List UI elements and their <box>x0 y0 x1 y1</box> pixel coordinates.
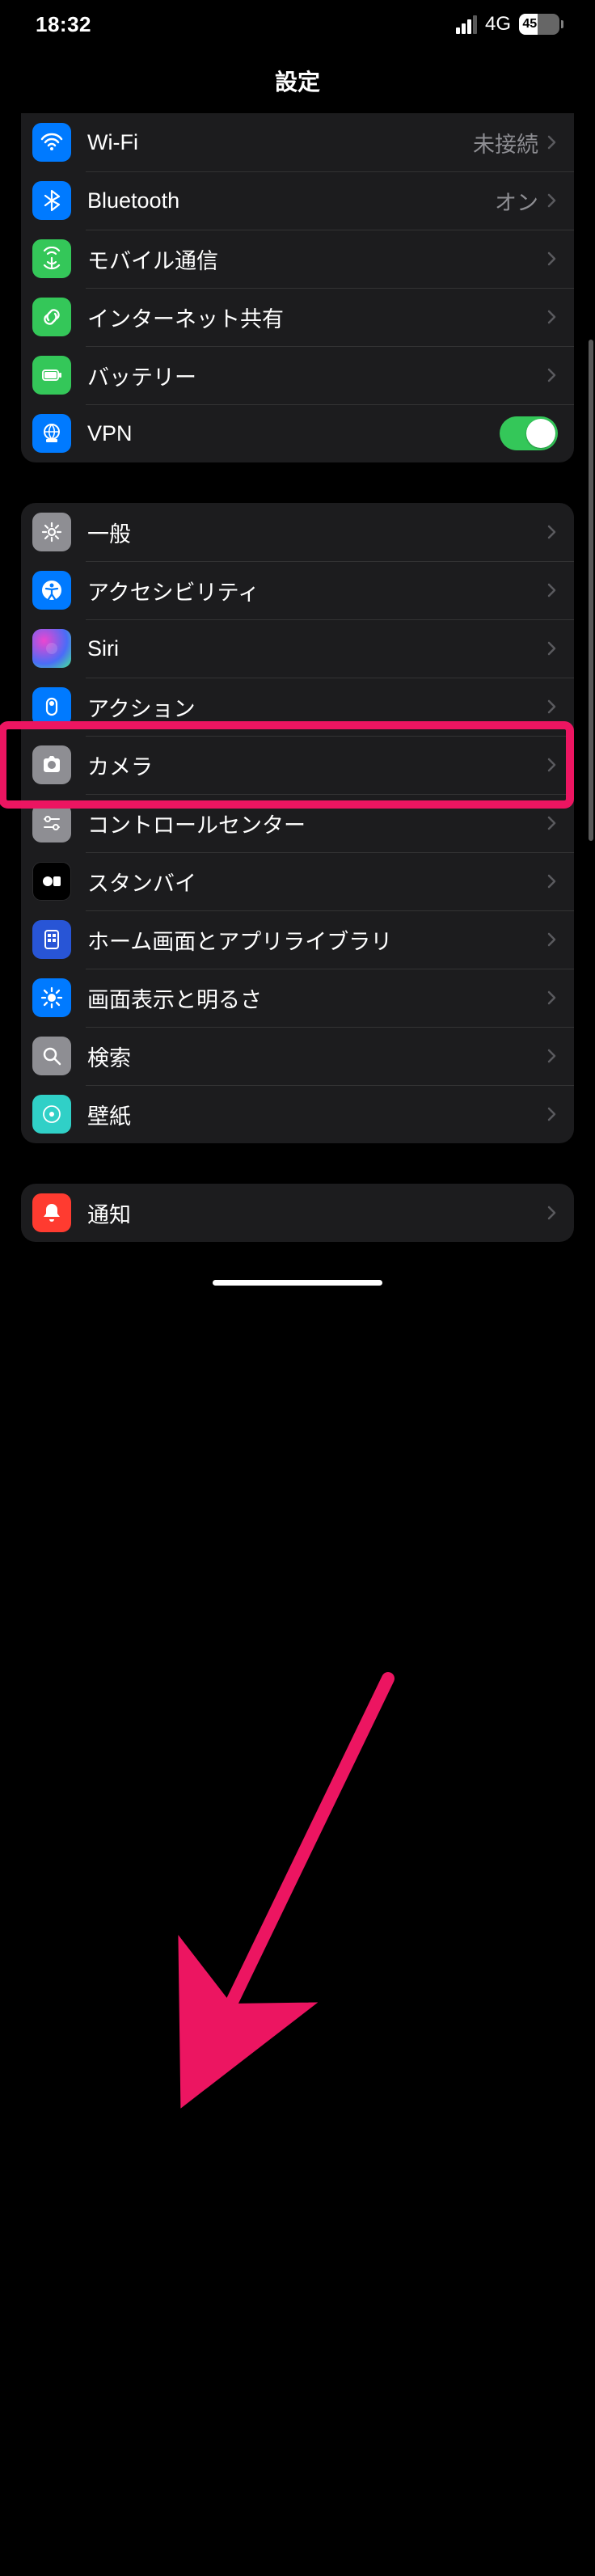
chevron-right-icon <box>546 1048 558 1064</box>
row-label: 一般 <box>87 517 546 548</box>
action-icon <box>32 687 71 726</box>
chevron-right-icon <box>546 873 558 889</box>
row-label: アクセシビリティ <box>87 575 546 606</box>
settings-row-home-screen[interactable]: ホーム画面とアプリライブラリ <box>21 910 574 969</box>
settings-row-cellular[interactable]: モバイル通信 <box>21 230 574 288</box>
chevron-right-icon <box>546 524 558 540</box>
row-label: モバイル通信 <box>87 243 546 275</box>
gear-icon <box>32 513 71 551</box>
row-label: VPN <box>87 421 500 446</box>
settings-section-notifications: 通知 <box>21 1184 574 1242</box>
settings-row-action-button[interactable]: アクション <box>21 678 574 736</box>
settings-row-wifi[interactable]: Wi-Fi未接続 <box>21 113 574 171</box>
signal-icon <box>456 15 477 34</box>
siri-icon <box>32 629 71 668</box>
scroll-indicator[interactable] <box>589 340 593 841</box>
chevron-right-icon <box>546 251 558 267</box>
row-label: Bluetooth <box>87 188 495 213</box>
row-label: ホーム画面とアプリライブラリ <box>87 924 546 956</box>
bell-icon <box>32 1193 71 1232</box>
row-label: 通知 <box>87 1197 546 1229</box>
settings-section-system: 一般アクセシビリティ Siri アクションカメラコントロールセンタースタンバイホーム… <box>21 503 574 1143</box>
row-label: 画面表示と明るさ <box>87 982 546 1014</box>
bluetooth-icon <box>32 181 71 220</box>
row-label: カメラ <box>87 750 546 781</box>
settings-row-accessibility[interactable]: アクセシビリティ <box>21 561 574 619</box>
status-indicators: 4G 45 <box>456 13 559 36</box>
row-label: アクション <box>87 691 546 723</box>
accessibility-icon <box>32 571 71 610</box>
settings-row-control-center[interactable]: コントロールセンター <box>21 794 574 852</box>
battery-percent: 45 <box>519 17 537 32</box>
settings-row-notifications[interactable]: 通知 <box>21 1184 574 1242</box>
settings-row-general[interactable]: 一般 <box>21 503 574 561</box>
brightness-icon <box>32 978 71 1017</box>
row-label: 壁紙 <box>87 1099 546 1130</box>
row-label: Siri <box>87 636 546 661</box>
status-bar: 18:32 4G 45 <box>0 0 595 49</box>
settings-row-bluetooth[interactable]: Bluetoothオン <box>21 171 574 230</box>
settings-row-hotspot[interactable]: インターネット共有 <box>21 288 574 346</box>
wallpaper-icon <box>32 1095 71 1134</box>
row-value: 未接続 <box>473 127 538 158</box>
settings-row-standby[interactable]: スタンバイ <box>21 852 574 910</box>
settings-row-camera[interactable]: カメラ <box>21 736 574 794</box>
globe-icon <box>32 414 71 453</box>
page-title: 設定 <box>0 49 595 120</box>
chevron-right-icon <box>546 699 558 715</box>
status-time: 18:32 <box>36 12 91 37</box>
settings-section-connectivity: Wi-Fi未接続Bluetoothオンモバイル通信インターネット共有バッテリーV… <box>21 113 574 462</box>
battery-icon: 45 <box>519 14 559 35</box>
network-type: 4G <box>485 13 511 36</box>
settings-row-wallpaper[interactable]: 壁紙 <box>21 1085 574 1143</box>
chevron-right-icon <box>546 582 558 598</box>
row-label: バッテリー <box>87 360 546 391</box>
row-label: インターネット共有 <box>87 302 546 333</box>
chevron-right-icon <box>546 815 558 831</box>
row-label: Wi-Fi <box>87 130 473 155</box>
chevron-right-icon <box>546 134 558 150</box>
toggle-switch[interactable] <box>500 416 558 450</box>
standby-icon <box>32 862 71 901</box>
row-label: スタンバイ <box>87 866 546 897</box>
settings-row-display[interactable]: 画面表示と明るさ <box>21 969 574 1027</box>
chevron-right-icon <box>546 640 558 657</box>
battery-icon <box>32 356 71 395</box>
settings-row-vpn[interactable]: VPN <box>21 404 574 462</box>
chevron-right-icon <box>546 1205 558 1221</box>
settings-list[interactable]: Wi-Fi未接続Bluetoothオンモバイル通信インターネット共有バッテリーV… <box>0 113 595 1242</box>
chevron-right-icon <box>546 192 558 209</box>
chevron-right-icon <box>546 309 558 325</box>
chevron-right-icon <box>546 990 558 1006</box>
settings-row-battery[interactable]: バッテリー <box>21 346 574 404</box>
annotation-arrow <box>0 1282 595 2576</box>
camera-icon <box>32 745 71 784</box>
settings-row-search[interactable]: 検索 <box>21 1027 574 1085</box>
row-label: コントロールセンター <box>87 808 546 839</box>
settings-row-siri[interactable]: Siri <box>21 619 574 678</box>
chevron-right-icon <box>546 1106 558 1122</box>
chevron-right-icon <box>546 367 558 383</box>
home-indicator[interactable] <box>213 1280 382 1286</box>
home-icon <box>32 920 71 959</box>
wifi-icon <box>32 123 71 162</box>
antenna-icon <box>32 239 71 278</box>
search-icon <box>32 1037 71 1075</box>
row-value: オン <box>495 185 538 217</box>
chevron-right-icon <box>546 931 558 948</box>
link-icon <box>32 298 71 336</box>
chevron-right-icon <box>546 757 558 773</box>
controls-icon <box>32 804 71 842</box>
row-label: 検索 <box>87 1041 546 1072</box>
